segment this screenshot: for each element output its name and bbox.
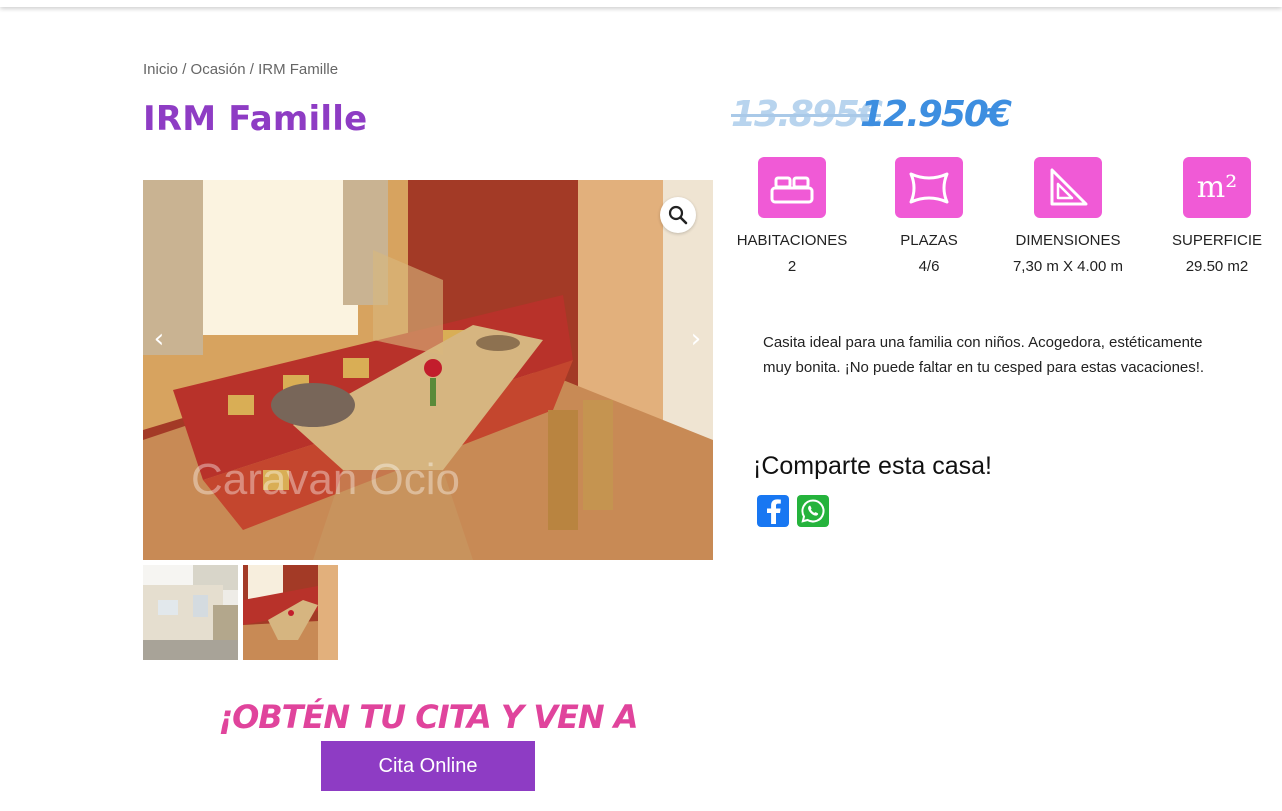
magnifier-icon (668, 205, 688, 225)
spec-value: 29.50 m2 (1185, 258, 1249, 275)
set-square-icon (1034, 157, 1102, 218)
gallery-thumbnail[interactable] (143, 565, 238, 660)
spec-label: SUPERFICIE (1171, 232, 1262, 249)
gallery-prev-button[interactable]: ‹ (147, 325, 171, 353)
zoom-button[interactable] (660, 197, 696, 233)
facebook-icon (767, 499, 781, 524)
book-appointment-button[interactable]: Cita Online (321, 741, 535, 791)
spec-label: PLAZAS (900, 232, 958, 249)
square-meters-icon: m² (1183, 157, 1251, 218)
breadcrumb-separator: / (178, 61, 191, 78)
watermark: Caravan Ocio (191, 455, 461, 504)
spec-surface: m² SUPERFICIE 29.50 m2 (1147, 157, 1282, 275)
facebook-share-button[interactable] (757, 495, 789, 527)
current-price: 12.950€ (860, 94, 1012, 135)
product-description: Casita ideal para una familia con niños.… (763, 334, 1205, 376)
breadcrumb-home-link[interactable]: Inicio (143, 61, 178, 78)
chevron-left-icon: ‹ (153, 324, 165, 354)
product-title: IRM Famille (143, 99, 368, 139)
pillow-icon (895, 157, 963, 218)
spec-label: HABITACIONES (736, 232, 848, 249)
spec-value: 2 (787, 258, 797, 275)
old-price: 13.895€ (731, 94, 883, 135)
spec-value: 4/6 (918, 258, 940, 275)
breadcrumb: Inicio / Ocasión / IRM Famille (143, 61, 338, 78)
spec-value: 7,30 m X 4.00 m (1012, 258, 1124, 275)
share-title: ¡Comparte esta casa! (753, 452, 992, 480)
gallery-thumbnail[interactable] (243, 565, 338, 660)
whatsapp-share-button[interactable] (797, 495, 829, 527)
spec-bedrooms: HABITACIONES 2 (722, 157, 862, 275)
bed-icon (758, 157, 826, 218)
spec-places: PLAZAS 4/6 (859, 157, 999, 275)
breadcrumb-current: IRM Famille (258, 61, 339, 78)
gallery-main-image[interactable]: Caravan Ocio (143, 180, 713, 560)
whatsapp-icon (801, 499, 825, 523)
chevron-right-icon: › (690, 324, 702, 354)
spec-dimensions: DIMENSIONES 7,30 m X 4.00 m (998, 157, 1138, 275)
breadcrumb-separator: / (245, 61, 259, 78)
breadcrumb-category-link[interactable]: Ocasión (191, 61, 246, 78)
gallery-next-button[interactable]: › (684, 325, 708, 353)
spec-label: DIMENSIONES (1015, 232, 1121, 249)
header-bar (0, 0, 1282, 7)
